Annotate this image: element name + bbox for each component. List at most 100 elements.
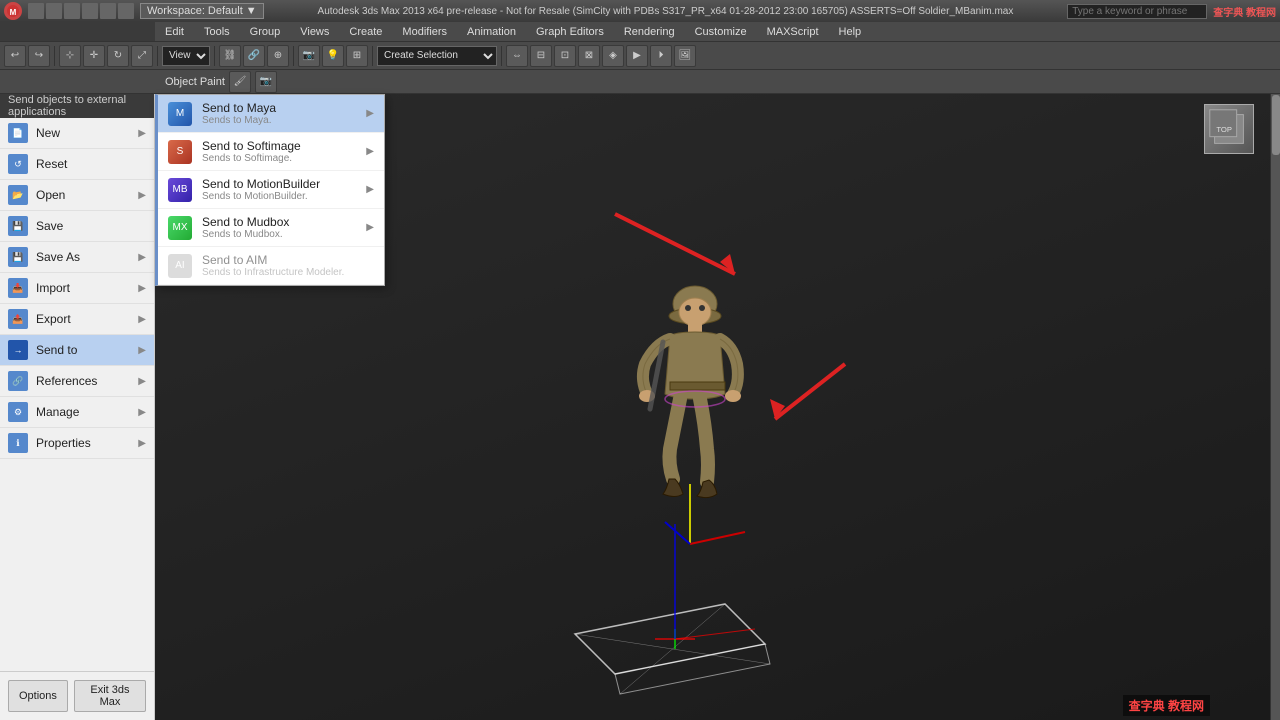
arrow-icon-open: ▶ — [138, 190, 146, 201]
brand-watermark: 查字典 教程网 — [1213, 4, 1276, 19]
submenu-item-softimage[interactable]: S Send to Softimage Sends to Softimage. … — [158, 133, 384, 171]
menu-bar: Edit Tools Group Views Create Modifiers … — [0, 22, 1280, 42]
right-scrollbar[interactable] — [1270, 94, 1280, 720]
toolbar-separator-3 — [214, 46, 215, 66]
app-logo: M — [4, 2, 22, 20]
open-icon: 📂 — [8, 185, 28, 205]
select-button[interactable]: ⊹ — [59, 45, 81, 67]
aim-label: Send to AIM — [202, 253, 344, 267]
selection-filter[interactable]: Create Selection — [377, 46, 497, 66]
menu-modifiers[interactable]: Modifiers — [392, 22, 457, 41]
secondary-toolbar: Object Paint 🖌 📷 — [0, 70, 1280, 94]
camera-button[interactable]: 📷 — [298, 45, 320, 67]
toolbar-separator-6 — [501, 46, 502, 66]
render-frame[interactable]: 🖼 — [674, 45, 696, 67]
scale-button[interactable]: ⤢ — [131, 45, 153, 67]
softimage-desc: Sends to Softimage. — [202, 153, 301, 164]
softimage-label: Send to Softimage — [202, 139, 301, 153]
search-input[interactable] — [1067, 4, 1207, 19]
object-paint-label: Object Paint — [165, 76, 225, 88]
mirror-button[interactable]: ⇔ — [506, 45, 528, 67]
menu-customize[interactable]: Customize — [685, 22, 757, 41]
mudbox-desc: Sends to Mudbox. — [202, 229, 289, 240]
options-button[interactable]: Options — [8, 680, 68, 712]
arrow-icon-saveas: ▶ — [138, 252, 146, 263]
arrow-icon-manage: ▶ — [138, 407, 146, 418]
link-button[interactable]: ⛓ — [219, 45, 241, 67]
chevron-down-icon: ▼ — [246, 5, 257, 17]
menu-help[interactable]: Help — [829, 22, 872, 41]
toolbar-separator — [54, 46, 55, 66]
submenu-item-motionbuilder[interactable]: MB Send to MotionBuilder Sends to Motion… — [158, 171, 384, 209]
menu-tools[interactable]: Tools — [194, 22, 240, 41]
snap-button[interactable]: ⊡ — [554, 45, 576, 67]
undo-button[interactable]: ↩ — [4, 45, 26, 67]
light-button[interactable]: 💡 — [322, 45, 344, 67]
menu-rendering[interactable]: Rendering — [614, 22, 685, 41]
maya-desc: Sends to Maya. — [202, 115, 276, 126]
material-button[interactable]: ◈ — [602, 45, 624, 67]
title-bar: M Workspace: Default ▼ Autodesk 3ds Max … — [0, 0, 1280, 22]
svg-text:TOP: TOP — [1216, 125, 1232, 134]
properties-icon: ℹ — [8, 433, 28, 453]
menu-item-open[interactable]: 📂 Open ▶ — [0, 180, 154, 211]
render-button[interactable]: ▶ — [626, 45, 648, 67]
redo-button[interactable]: ↪ — [28, 45, 50, 67]
camera-icon[interactable]: 📷 — [255, 71, 277, 93]
menu-item-saveas[interactable]: 💾 Save As ▶ — [0, 242, 154, 273]
align-button[interactable]: ⊞ — [346, 45, 368, 67]
menu-item-properties[interactable]: ℹ Properties ▶ — [0, 428, 154, 459]
exit-button[interactable]: Exit 3ds Max — [74, 680, 146, 712]
submenu-item-aim: AI Send to AIM Sends to Infrastructure M… — [158, 247, 384, 285]
menu-create[interactable]: Create — [339, 22, 392, 41]
arrow-icon-properties: ▶ — [138, 438, 146, 449]
unlink-button[interactable]: 🔗 — [243, 45, 265, 67]
mudbox-arrow-icon: ▶ — [366, 222, 374, 233]
menu-group[interactable]: Group — [240, 22, 291, 41]
watermark: 查字典 教程网 — [1123, 695, 1210, 716]
motionbuilder-icon: MB — [168, 178, 192, 202]
view-select[interactable]: View — [162, 46, 210, 66]
reset-icon: ↺ — [8, 154, 28, 174]
titlebar-toolbar — [28, 3, 134, 19]
rotate-button[interactable]: ↻ — [107, 45, 129, 67]
app-menu-panel: Send objects to external applications 📄 … — [0, 94, 155, 720]
scroll-thumb[interactable] — [1272, 95, 1280, 155]
menu-item-sendto[interactable]: → Send to ▶ — [0, 335, 154, 366]
paint-tool[interactable]: 🖌 — [229, 71, 251, 93]
menu-graph-editors[interactable]: Graph Editors — [526, 22, 614, 41]
app-menu-title: Send objects to external applications — [0, 94, 154, 118]
workspace-button[interactable]: Workspace: Default ▼ — [140, 3, 264, 19]
menu-item-reset[interactable]: ↺ Reset — [0, 149, 154, 180]
move-button[interactable]: ✛ — [83, 45, 105, 67]
menu-item-new[interactable]: 📄 New ▶ — [0, 118, 154, 149]
menu-views[interactable]: Views — [290, 22, 339, 41]
menu-item-save[interactable]: 💾 Save — [0, 211, 154, 242]
menu-maxscript[interactable]: MAXScript — [757, 22, 829, 41]
sendto-icon: → — [8, 340, 28, 360]
mudbox-icon: MX — [168, 216, 192, 240]
menu-edit[interactable]: Edit — [155, 22, 194, 41]
menu-item-import[interactable]: 📥 Import ▶ — [0, 273, 154, 304]
menu-item-manage[interactable]: ⚙ Manage ▶ — [0, 397, 154, 428]
arrow-icon-import: ▶ — [138, 283, 146, 294]
maya-arrow-icon: ▶ — [366, 108, 374, 119]
menu-item-references[interactable]: 🔗 References ▶ — [0, 366, 154, 397]
softimage-icon: S — [168, 140, 192, 164]
menu-animation[interactable]: Animation — [457, 22, 526, 41]
submenu-item-maya[interactable]: M Send to Maya Sends to Maya. ▶ — [158, 95, 384, 133]
layer-button[interactable]: ⊠ — [578, 45, 600, 67]
view-cube[interactable]: TOP — [1204, 104, 1254, 154]
export-icon: 📤 — [8, 309, 28, 329]
svg-text:M: M — [10, 8, 17, 17]
quick-render[interactable]: ⏵ — [650, 45, 672, 67]
bind-button[interactable]: ⊕ — [267, 45, 289, 67]
array-button[interactable]: ⊟ — [530, 45, 552, 67]
manage-icon: ⚙ — [8, 402, 28, 422]
toolbar-separator-5 — [372, 46, 373, 66]
main-toolbar: ↩ ↪ ⊹ ✛ ↻ ⤢ View ⛓ 🔗 ⊕ 📷 💡 ⊞ Create Sele… — [0, 42, 1280, 70]
menu-item-export[interactable]: 📤 Export ▶ — [0, 304, 154, 335]
saveas-icon: 💾 — [8, 247, 28, 267]
submenu-item-mudbox[interactable]: MX Send to Mudbox Sends to Mudbox. ▶ — [158, 209, 384, 247]
mudbox-label: Send to Mudbox — [202, 215, 289, 229]
